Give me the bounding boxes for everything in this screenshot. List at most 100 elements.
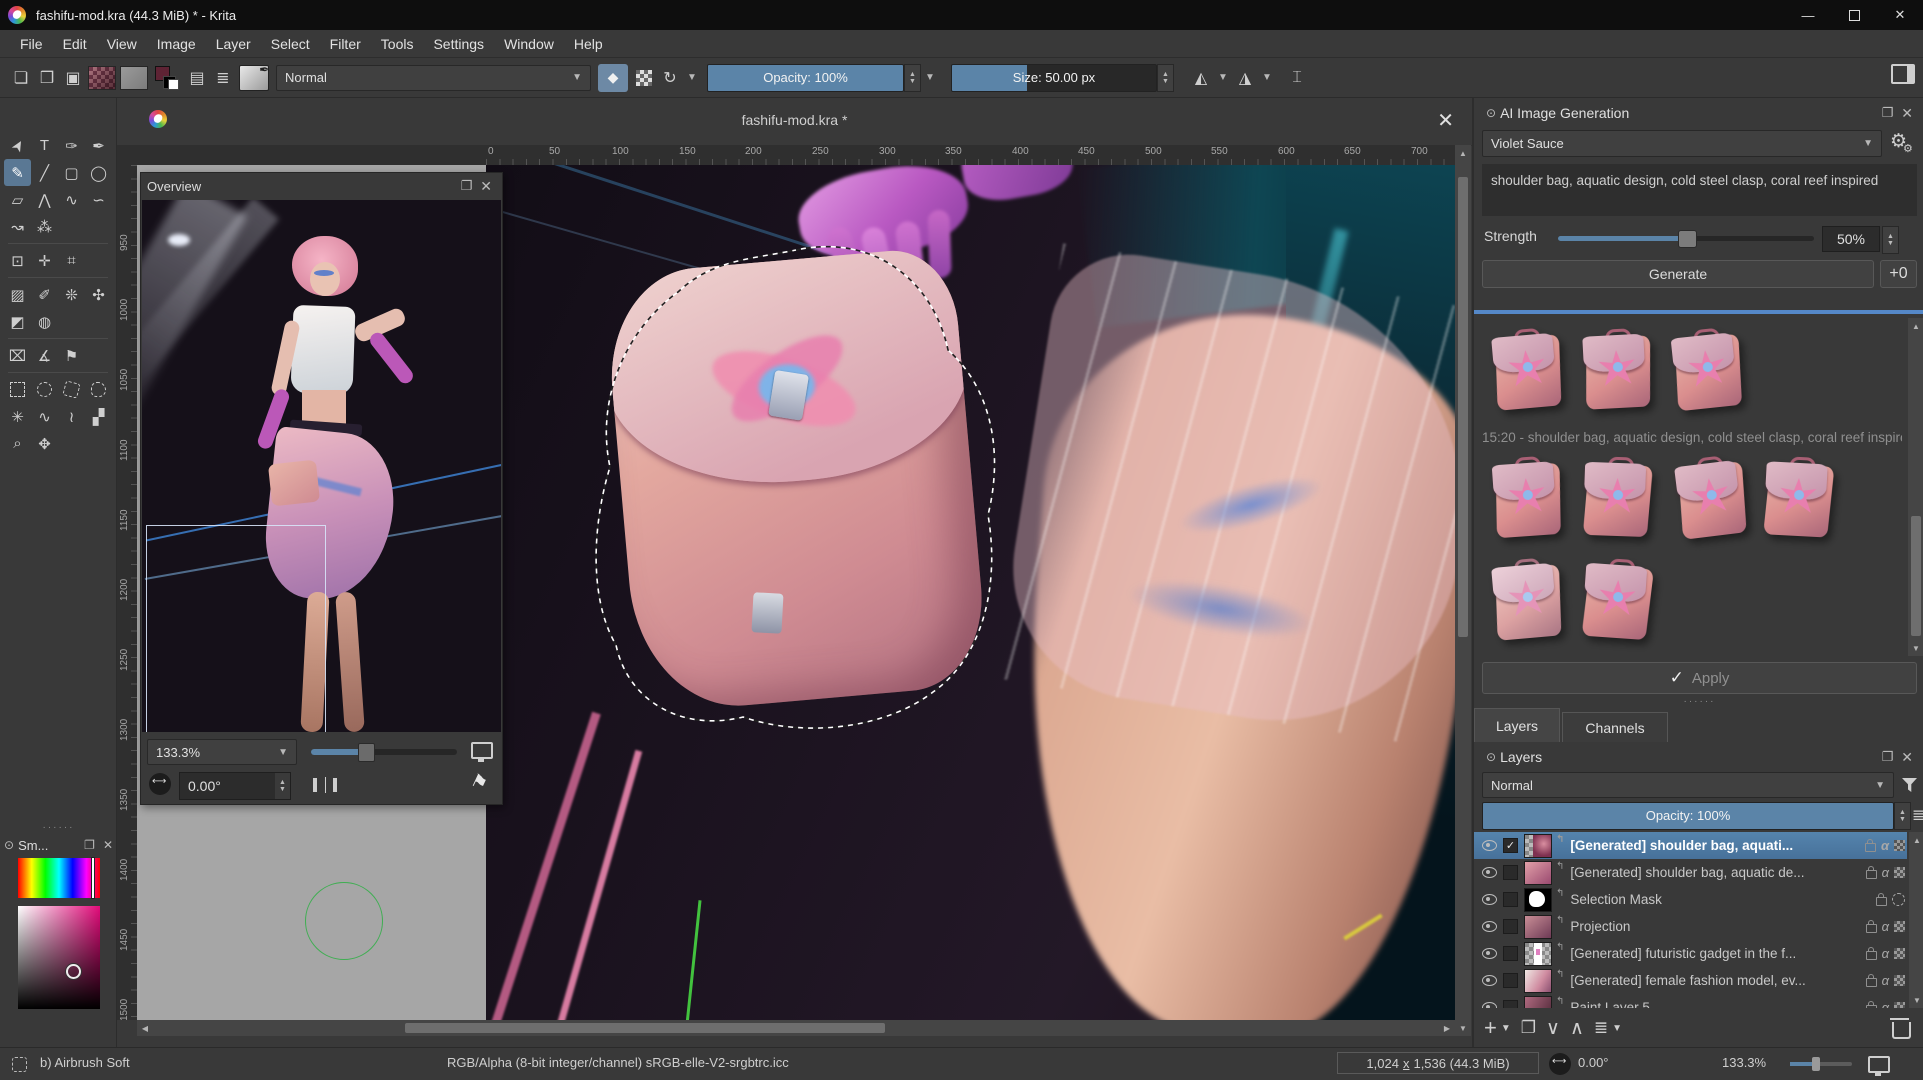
mirror-horizontal-caret[interactable]: ▼ <box>1214 65 1232 91</box>
text-tool[interactable]: T <box>31 132 58 159</box>
polygon-tool[interactable]: ▱ <box>4 186 31 213</box>
docker-lock-icon[interactable]: ⊙ <box>1486 750 1496 764</box>
layer-lock-icon[interactable] <box>1866 1005 1877 1008</box>
layer-checkbox[interactable]: ✓ <box>1503 838 1518 853</box>
enclose-fill-tool[interactable]: ◍ <box>31 308 58 335</box>
dynamic-brush-tool[interactable]: ↝ <box>4 213 31 240</box>
layer-lock-icon[interactable] <box>1876 897 1887 906</box>
opacity-spinner[interactable]: ▲▼ <box>904 64 921 92</box>
layer-checkbox[interactable] <box>1503 946 1518 961</box>
close-button[interactable]: ✕ <box>1877 0 1923 30</box>
generated-thumbnail[interactable] <box>1582 457 1655 537</box>
workspace-chooser-icon[interactable] <box>1891 64 1915 84</box>
layer-row[interactable]: ↰ [Generated] female fashion model, ev..… <box>1474 967 1907 994</box>
tab-layers[interactable]: Layers <box>1474 708 1560 742</box>
vertical-scrollbar[interactable]: ▲ ▼ <box>1455 145 1471 1036</box>
delete-layer-icon[interactable] <box>1892 1022 1911 1039</box>
generated-thumbnail[interactable] <box>1580 558 1655 641</box>
pin-docker-icon[interactable]: ⚑ <box>467 770 491 796</box>
reload-preset-icon[interactable]: ↻ <box>657 65 683 91</box>
move-layer-down-icon[interactable]: ∨ <box>1546 1017 1560 1040</box>
menu-file[interactable]: File <box>10 36 53 52</box>
layer-lock-icon[interactable] <box>1865 843 1876 852</box>
rotation-spinner[interactable]: ▲▼ <box>275 773 290 799</box>
layer-visibility-icon[interactable] <box>1482 975 1497 986</box>
layer-properties-icon[interactable]: ≣ <box>1594 1018 1608 1038</box>
layer-row[interactable]: ↰ Paint Layer 5 α <box>1474 994 1907 1008</box>
zoom-tool[interactable]: ⌕ <box>4 430 31 457</box>
generated-thumbnail[interactable] <box>1490 327 1567 411</box>
edit-shapes-tool[interactable]: ✑ <box>58 132 85 159</box>
docker-drag-handle[interactable]: ······ <box>1474 696 1923 707</box>
rotation-dial-icon[interactable] <box>149 773 171 795</box>
alpha-lock-icon[interactable]: α <box>1882 946 1889 961</box>
float-docker-icon[interactable]: ❐ <box>1882 749 1894 765</box>
queue-count-button[interactable]: +0 <box>1880 260 1917 288</box>
gallery-scroll-thumb[interactable] <box>1911 516 1921 636</box>
canvas-rotation-value[interactable]: 0.00° <box>1578 1055 1609 1070</box>
close-docker-icon[interactable]: ✕ <box>1901 105 1913 122</box>
layer-checkbox[interactable] <box>1503 865 1518 880</box>
alpha-lock-icon[interactable]: α <box>1881 838 1889 853</box>
apply-button[interactable]: ✓ Apply <box>1482 662 1917 694</box>
blending-mode-combo[interactable]: Normal ▼ <box>276 65 591 91</box>
move-tool[interactable]: ✛ <box>31 247 58 274</box>
minimize-button[interactable]: — <box>1785 0 1831 30</box>
generated-thumbnail[interactable] <box>1490 557 1567 641</box>
rectangular-selection-tool[interactable] <box>4 376 31 403</box>
layer-properties-caret[interactable]: ▼ <box>1612 1023 1622 1034</box>
layer-visibility-icon[interactable] <box>1482 948 1497 959</box>
assistants-tool[interactable]: ⚑ <box>58 342 85 369</box>
docker-lock-icon[interactable]: ⊙ <box>4 838 14 852</box>
float-docker-icon[interactable]: ❐ <box>1882 105 1894 121</box>
alpha-lock-icon[interactable]: α <box>1882 919 1889 934</box>
freehand-brush-tool[interactable]: ✎ <box>4 159 31 186</box>
saturation-value-square[interactable] <box>18 906 100 1009</box>
close-docker-icon[interactable]: ✕ <box>480 178 492 195</box>
slider-knob[interactable] <box>1678 230 1697 248</box>
gradient-chooser[interactable] <box>88 66 116 90</box>
alpha-lock-icon[interactable]: α <box>1882 865 1889 880</box>
overview-thumbnail[interactable] <box>142 200 501 732</box>
inherit-alpha-icon[interactable] <box>1894 921 1905 932</box>
bezier-selection-tool[interactable]: ∿ <box>31 403 58 430</box>
layer-row[interactable]: ↰ Selection Mask <box>1474 886 1907 913</box>
scroll-down-icon[interactable]: ▼ <box>1909 992 1923 1008</box>
statusbar-zoom-slider[interactable] <box>1790 1062 1852 1066</box>
save-document-icon[interactable]: ▣ <box>60 65 86 91</box>
layer-row[interactable]: ↰ Projection α <box>1474 913 1907 940</box>
scroll-right-icon[interactable]: ▶ <box>1439 1020 1455 1036</box>
scroll-down-icon[interactable]: ▼ <box>1455 1020 1471 1036</box>
layer-blending-mode-combo[interactable]: Normal ▼ <box>1482 772 1894 798</box>
menu-layer[interactable]: Layer <box>206 36 261 52</box>
float-docker-icon[interactable]: ❐ <box>461 178 473 194</box>
menu-image[interactable]: Image <box>147 36 206 52</box>
scroll-up-icon[interactable]: ▲ <box>1909 832 1923 848</box>
selection-mode-icon[interactable] <box>12 1057 27 1072</box>
layer-list-scrollbar[interactable]: ▲ ▼ <box>1909 832 1923 1008</box>
pattern-chooser[interactable] <box>120 66 148 90</box>
hue-bar[interactable] <box>18 858 100 898</box>
close-docker-icon[interactable]: ✕ <box>103 838 113 852</box>
overview-zoom-slider[interactable] <box>311 749 457 755</box>
brush-presets-icon[interactable]: ≣ <box>210 65 236 91</box>
document-canvas[interactable] <box>486 165 1455 1020</box>
inherit-alpha-icon[interactable] <box>1894 867 1905 878</box>
layer-opacity-slider[interactable]: Opacity: 100% <box>1482 802 1894 830</box>
style-preset-combo[interactable]: Violet Sauce ▼ <box>1482 130 1882 157</box>
layer-row[interactable]: ✓ ↰ [Generated] shoulder bag, aquati... … <box>1474 832 1907 859</box>
gear-icon[interactable]: ⚙⚙ <box>1890 130 1917 153</box>
float-docker-icon[interactable]: ❐ <box>84 838 95 852</box>
ellipse-tool[interactable]: ◯ <box>85 159 112 186</box>
mirror-view-icon[interactable] <box>313 778 337 792</box>
horizontal-scrollbar[interactable]: ◀ ▶ <box>137 1020 1455 1036</box>
generated-thumbnail[interactable] <box>1581 328 1655 410</box>
strength-value[interactable]: 50% <box>1822 226 1880 252</box>
reference-images-tool[interactable]: ⌧ <box>4 342 31 369</box>
scroll-up-icon[interactable]: ▲ <box>1455 145 1471 161</box>
foreground-background-colors[interactable] <box>154 65 180 91</box>
similar-color-selection-tool[interactable]: ✳ <box>4 403 31 430</box>
layer-lock-icon[interactable] <box>1866 951 1877 960</box>
close-docker-icon[interactable]: ✕ <box>1901 749 1913 766</box>
opacity-options-caret[interactable]: ▼ <box>921 65 939 91</box>
